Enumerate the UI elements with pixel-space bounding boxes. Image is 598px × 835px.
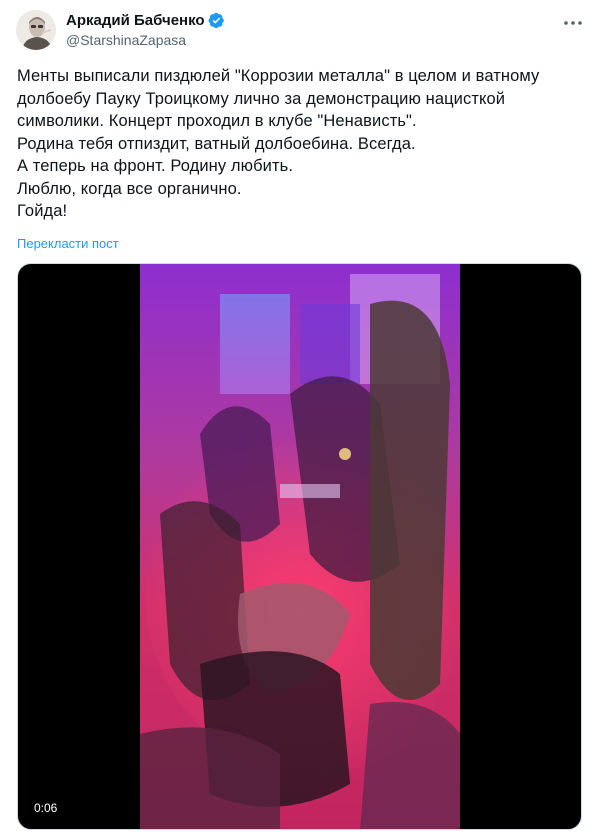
more-options-icon[interactable]: [562, 12, 584, 34]
translate-post-link[interactable]: Перекласти пост: [17, 236, 119, 251]
tweet-text: Менты выписали пиздюлей "Коррозии металл…: [17, 65, 582, 223]
video-still: [140, 264, 460, 829]
tweet-text-line: Родина тебя отпиздит, ватный долбоебина.…: [17, 134, 416, 153]
tweet-card: Аркадий Бабченко @StarshinaZapasa Менты …: [0, 0, 598, 835]
video-player[interactable]: 0:06: [17, 263, 582, 830]
tweet-text-line: долбоебу Пауку Троицкому лично за демонс…: [17, 89, 506, 108]
tweet-text-line: символики. Концерт проходил в клубе "Нен…: [17, 112, 417, 130]
user-info: Аркадий Бабченко @StarshinaZapasa: [66, 10, 225, 48]
tweet-text-line: Менты выписали пиздюлей "Коррозии металл…: [17, 67, 540, 85]
name-row: Аркадий Бабченко: [66, 10, 225, 30]
avatar[interactable]: [16, 10, 56, 50]
video-duration: 0:06: [28, 799, 64, 817]
tweet-text-line: А теперь на фронт. Родину любить.: [17, 157, 294, 175]
tweet-text-line: Гойда!: [17, 202, 68, 220]
avatar-image: [16, 10, 56, 50]
display-name[interactable]: Аркадий Бабченко: [66, 12, 205, 29]
video-frame: [140, 264, 460, 829]
verified-badge-icon: [208, 12, 225, 29]
user-handle[interactable]: @StarshinaZapasa: [66, 32, 225, 48]
tweet-text-line: Люблю, когда все органично.: [17, 179, 242, 198]
